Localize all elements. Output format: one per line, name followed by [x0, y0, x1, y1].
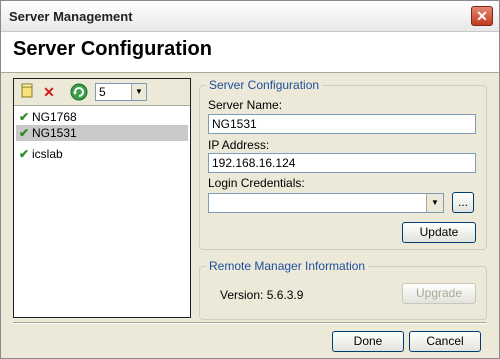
server-name-label: Server Name:	[208, 98, 283, 112]
check-icon: ✔	[18, 147, 30, 161]
check-icon: ✔	[18, 110, 30, 124]
header: Server Configuration	[1, 32, 499, 73]
window-title: Server Management	[9, 9, 133, 24]
version-text: Version: 5.6.3.9	[220, 288, 304, 302]
login-credentials-select[interactable]: ▼	[208, 193, 444, 213]
page-title: Server Configuration	[13, 38, 212, 60]
count-value: 5	[99, 85, 106, 99]
close-button[interactable]: ✕	[471, 6, 493, 26]
browse-credentials-button[interactable]: ...	[452, 192, 474, 213]
server-management-window: Server Management ✕ Server Configuration…	[0, 0, 500, 359]
delete-icon[interactable]: ✕	[40, 83, 58, 101]
server-name: NG1531	[32, 126, 77, 140]
server-item-ng1768[interactable]: ✔ NG1768	[16, 109, 188, 125]
server-name: icslab	[32, 147, 63, 161]
login-credentials-label: Login Credentials:	[208, 176, 305, 190]
cancel-button[interactable]: Cancel	[409, 331, 481, 352]
group-title: Remote Manager Information	[206, 259, 369, 273]
server-name: NG1768	[32, 110, 77, 124]
refresh-icon[interactable]	[70, 83, 88, 101]
server-list-panel: ✕ 5 ▼ ✔ NG1768 ✔ NG1531 ✔ icslab	[13, 78, 191, 318]
server-toolbar: ✕ 5 ▼	[14, 79, 190, 106]
remote-manager-group: Remote Manager Information Version: 5.6.…	[199, 259, 487, 320]
chevron-down-icon[interactable]: ▼	[131, 84, 146, 100]
group-title: Server Configuration	[206, 78, 323, 92]
server-item-ng1531[interactable]: ✔ NG1531	[16, 125, 188, 141]
close-icon: ✕	[476, 8, 488, 24]
server-item-icslab[interactable]: ✔ icslab	[16, 146, 188, 162]
upgrade-button[interactable]: Upgrade	[402, 283, 476, 304]
server-name-input[interactable]: NG1531	[208, 114, 476, 134]
count-select[interactable]: 5 ▼	[95, 83, 147, 101]
ip-address-input[interactable]: 192.168.16.124	[208, 153, 476, 173]
done-button[interactable]: Done	[332, 331, 404, 352]
new-server-icon[interactable]	[18, 83, 36, 101]
check-icon: ✔	[18, 126, 30, 140]
footer-divider	[13, 322, 487, 324]
update-button[interactable]: Update	[402, 222, 476, 243]
server-config-group: Server Configuration Server Name: NG1531…	[199, 78, 487, 250]
ip-address-label: IP Address:	[208, 138, 270, 152]
title-bar[interactable]: Server Management ✕	[1, 1, 499, 32]
chevron-down-icon[interactable]: ▼	[426, 194, 443, 212]
